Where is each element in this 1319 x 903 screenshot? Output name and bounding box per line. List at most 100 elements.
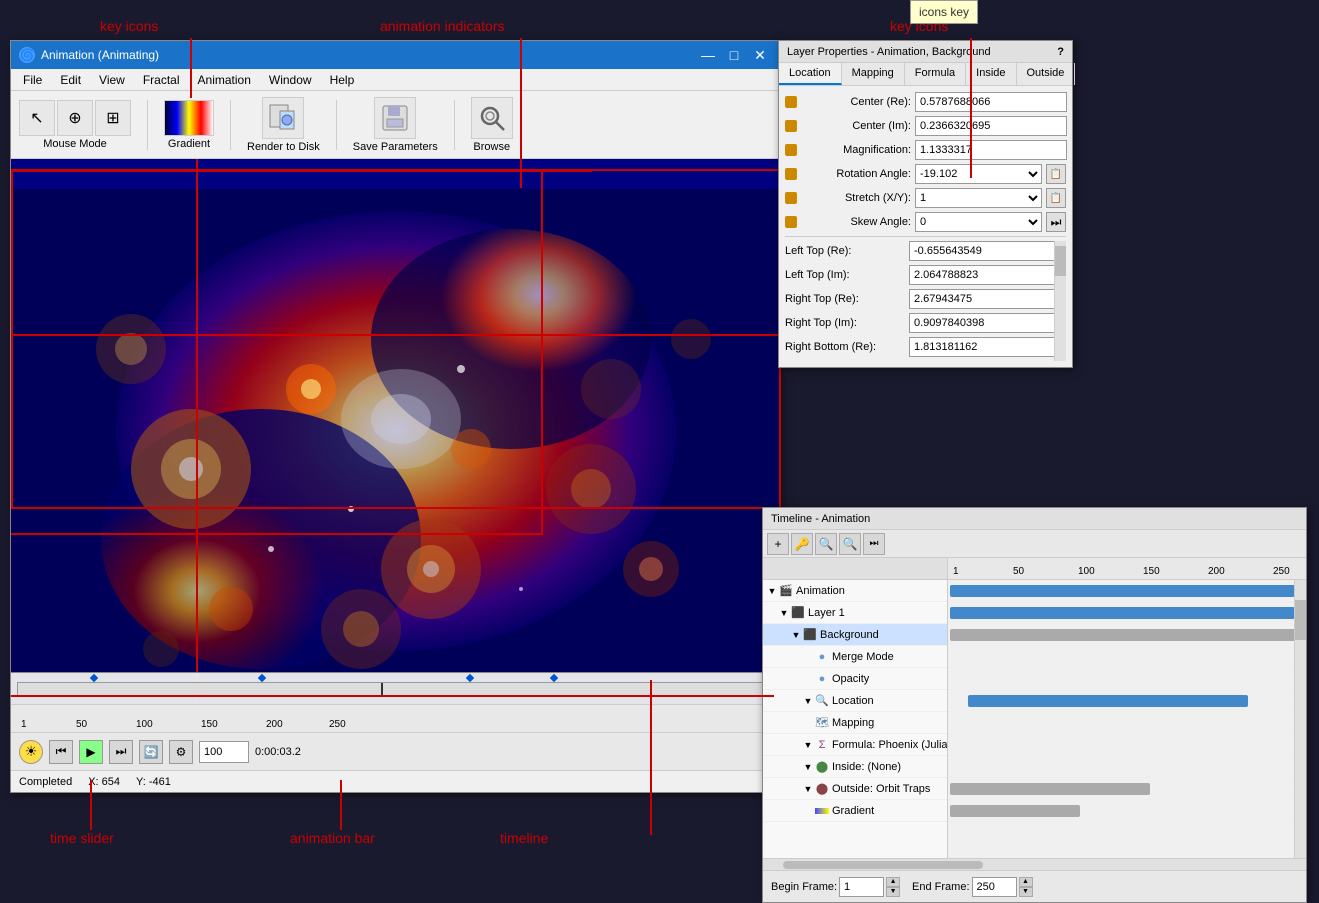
stretch-label: Stretch (X/Y): <box>801 192 911 204</box>
layer-mapping[interactable]: ▶ 🗺 Mapping <box>763 712 947 734</box>
end-frame-input[interactable] <box>972 877 1017 897</box>
loop-button[interactable]: 🔄 <box>139 740 163 764</box>
layer-merge-mode[interactable]: ▶ ● Merge Mode <box>763 646 947 668</box>
separator-3 <box>336 100 337 150</box>
sun-button[interactable]: ☀ <box>19 740 43 764</box>
render-group[interactable]: Render to Disk <box>247 97 320 153</box>
begin-frame-input[interactable] <box>839 877 884 897</box>
layer-background[interactable]: ▼ ⬛ Background <box>763 624 947 646</box>
frame-input[interactable] <box>199 741 249 763</box>
close-button[interactable]: ✕ <box>749 44 771 66</box>
step-back-button[interactable]: ⏮ <box>49 740 73 764</box>
menu-window[interactable]: Window <box>261 71 320 89</box>
begin-frame-up[interactable]: ▲ <box>886 877 900 887</box>
tl-end-button[interactable]: ⏭ <box>863 533 885 555</box>
panel-title-text: Layer Properties - Animation, Background <box>787 46 991 58</box>
layer-opacity[interactable]: ▶ ● Opacity <box>763 668 947 690</box>
ruler-mark-100: 100 <box>136 719 153 730</box>
tab-inside[interactable]: Inside <box>966 63 1016 85</box>
center-re-input[interactable] <box>915 92 1067 112</box>
stretch-select[interactable]: 1 <box>915 188 1042 208</box>
timeline-track[interactable] <box>17 682 775 696</box>
gradient-button[interactable]: G <box>164 100 214 136</box>
corner-scrollbar[interactable] <box>1054 241 1066 361</box>
right-bottom-re-input[interactable] <box>909 337 1066 357</box>
tl-add-button[interactable]: + <box>767 533 789 555</box>
layer-gradient[interactable]: ▶ Gradient <box>763 800 947 822</box>
expand-animation: ▼ <box>767 586 777 596</box>
rotation-label: Rotation Angle: <box>801 168 911 180</box>
stretch-key-icon <box>785 192 797 204</box>
left-top-re-input[interactable] <box>909 241 1066 261</box>
save-params-label: Save Parameters <box>353 141 438 153</box>
layer-location[interactable]: ▼ 🔍 Location <box>763 690 947 712</box>
pan-tool-button[interactable]: ⊞ <box>95 100 131 136</box>
left-top-im-input[interactable] <box>909 265 1066 285</box>
menu-help[interactable]: Help <box>322 71 363 89</box>
begin-frame-down[interactable]: ▼ <box>886 887 900 897</box>
timeline-title: Timeline - Animation <box>763 508 1306 530</box>
expand-location: ▼ <box>803 696 813 706</box>
play-button[interactable]: ▶ <box>79 740 103 764</box>
begin-frame-group: Begin Frame: ▲ ▼ <box>771 877 900 897</box>
save-params-group[interactable]: Save Parameters <box>353 97 438 153</box>
hscrollbar-thumb[interactable] <box>783 861 983 869</box>
magnification-input[interactable] <box>915 140 1067 160</box>
layer-formula-label: Formula: Phoenix (Julia) <box>832 739 948 751</box>
layer-outside[interactable]: ▼ ⬤ Outside: Orbit Traps <box>763 778 947 800</box>
scrollbar-thumb[interactable] <box>1055 246 1066 276</box>
track-vscrollbar[interactable] <box>1294 580 1306 858</box>
tl-zoom-in-button[interactable]: 🔍 <box>815 533 837 555</box>
layer-background-label: Background <box>820 629 879 641</box>
skew-select[interactable]: 0 <box>915 212 1042 232</box>
minimize-button[interactable]: — <box>697 44 719 66</box>
track-background <box>948 624 1306 646</box>
menu-file[interactable]: File <box>15 71 50 89</box>
layer-formula[interactable]: ▼ Σ Formula: Phoenix (Julia) <box>763 734 947 756</box>
right-top-im-input[interactable] <box>909 313 1066 333</box>
time-ruler: 1 50 100 150 200 250 <box>11 704 779 732</box>
browse-group[interactable]: Browse <box>471 97 513 153</box>
right-top-re-input[interactable] <box>909 289 1066 309</box>
left-top-im-row: Left Top (Im): <box>785 265 1066 285</box>
step-forward-button[interactable]: ⏭ <box>109 740 133 764</box>
tl-key-button[interactable]: 🔑 <box>791 533 813 555</box>
annotation-time-slider: time slider <box>50 830 114 846</box>
menu-fractal[interactable]: Fractal <box>135 71 188 89</box>
rotation-extra-button[interactable]: 📋 <box>1046 164 1066 184</box>
skew-extra-button[interactable]: ⏭ <box>1046 212 1066 232</box>
track-vscrollbar-thumb[interactable] <box>1295 600 1306 640</box>
outside-icon: ⬤ <box>815 782 829 796</box>
panel-help-icon[interactable]: ? <box>1057 46 1064 58</box>
rotation-select[interactable]: -19.102 <box>915 164 1042 184</box>
playhead <box>381 683 383 695</box>
mapping-icon: 🗺 <box>815 716 829 730</box>
layer-opacity-label: Opacity <box>832 673 869 685</box>
zoom-tool-button[interactable]: ⊕ <box>57 100 93 136</box>
center-im-input[interactable] <box>915 116 1067 136</box>
tab-outside[interactable]: Outside <box>1017 63 1076 85</box>
maximize-button[interactable]: □ <box>723 44 745 66</box>
timeline-hscrollbar[interactable] <box>763 858 1306 870</box>
track-formula <box>948 734 1306 756</box>
track-merge-mode <box>948 646 1306 668</box>
menu-animation[interactable]: Animation <box>190 71 259 89</box>
stretch-extra-button[interactable]: 📋 <box>1046 188 1066 208</box>
layer-inside[interactable]: ▼ ⬤ Inside: (None) <box>763 756 947 778</box>
browse-label: Browse <box>473 141 510 153</box>
arrow-tool-button[interactable]: ↖ <box>19 100 55 136</box>
layer-layer1[interactable]: ▼ ⬛ Layer 1 <box>763 602 947 624</box>
time-display: 0:00:03.2 <box>255 746 315 758</box>
save-params-icon <box>374 97 416 139</box>
layer-animation[interactable]: ▼ 🎬 Animation <box>763 580 947 602</box>
settings-button[interactable]: ⚙ <box>169 740 193 764</box>
menu-edit[interactable]: Edit <box>52 71 89 89</box>
fractal-canvas[interactable] <box>11 159 781 704</box>
end-frame-down[interactable]: ▼ <box>1019 887 1033 897</box>
menu-view[interactable]: View <box>91 71 133 89</box>
tl-zoom-out-button[interactable]: 🔍 <box>839 533 861 555</box>
end-frame-up[interactable]: ▲ <box>1019 877 1033 887</box>
tab-formula[interactable]: Formula <box>905 63 966 85</box>
tab-mapping[interactable]: Mapping <box>842 63 905 85</box>
tab-location[interactable]: Location <box>779 63 842 85</box>
